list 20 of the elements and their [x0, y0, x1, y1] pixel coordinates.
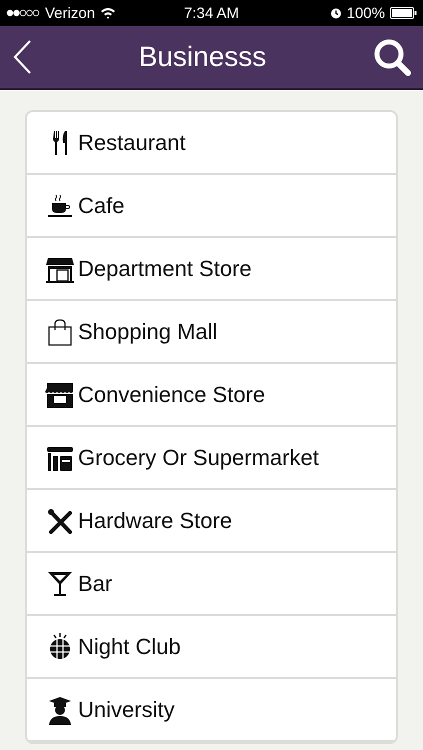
page-title: Businesss — [138, 41, 266, 73]
battery-percent: 100% — [346, 4, 385, 22]
signal-icon — [6, 9, 40, 17]
category-item[interactable]: University — [27, 679, 396, 742]
category-item[interactable]: Night Club — [27, 616, 396, 679]
carrier-name: Verizon — [45, 4, 96, 22]
wifi-icon — [100, 7, 116, 19]
category-item[interactable]: Restaurant — [27, 112, 396, 175]
category-item[interactable]: Shopping Mall — [27, 301, 396, 364]
category-item[interactable]: Cafe — [27, 175, 396, 238]
status-time: 7:34 AM — [184, 4, 240, 22]
category-item[interactable]: Bar — [27, 553, 396, 616]
back-button[interactable] — [12, 39, 32, 75]
category-item[interactable]: Grocery Or Supermarket — [27, 427, 396, 490]
battery-icon — [390, 7, 417, 19]
category-item[interactable]: Hardware Store — [27, 490, 396, 553]
category-item[interactable]: Department Store — [27, 238, 396, 301]
category-item[interactable]: Convenience Store — [27, 364, 396, 427]
search-button[interactable] — [373, 38, 411, 76]
alarm-icon — [330, 7, 342, 19]
